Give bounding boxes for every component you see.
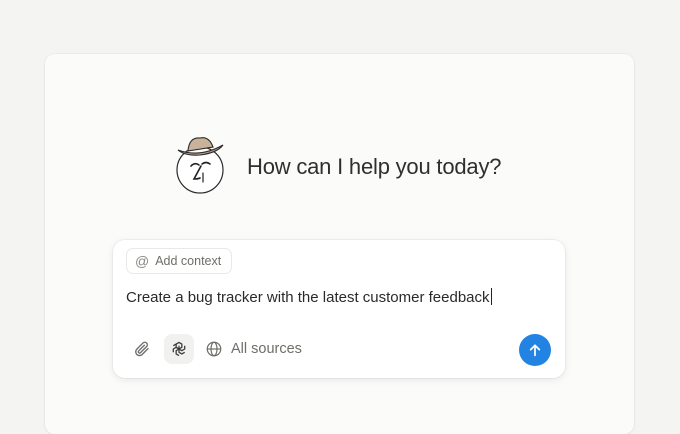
- prompt-input[interactable]: Create a bug tracker with the latest cus…: [126, 288, 492, 306]
- notion-face-with-hat-icon: [173, 132, 231, 194]
- attach-button[interactable]: [127, 334, 157, 364]
- arrow-up-icon: [529, 344, 541, 357]
- prompt-input-value: Create a bug tracker with the latest cus…: [126, 289, 490, 306]
- add-context-button[interactable]: @ Add context: [126, 248, 233, 274]
- sources-label: All sources: [231, 341, 302, 357]
- text-caret: [490, 288, 492, 305]
- sources-selector[interactable]: All sources: [205, 334, 302, 364]
- openai-logo-icon: [172, 341, 186, 357]
- assistant-card: How can I help you today? @ Add context …: [45, 54, 634, 434]
- greeting-title: How can I help you today?: [247, 154, 502, 179]
- prompt-composer: @ Add context Create a bug tracker with …: [113, 240, 565, 378]
- greeting: How can I help you today?: [173, 132, 501, 194]
- add-context-label: Add context: [155, 254, 222, 268]
- model-selector-button[interactable]: [164, 334, 194, 364]
- composer-toolbar: All sources: [125, 334, 553, 366]
- paperclip-icon: [135, 341, 149, 357]
- at-sign-icon: @: [135, 253, 150, 269]
- send-button[interactable]: [519, 334, 551, 366]
- globe-icon: [206, 341, 222, 357]
